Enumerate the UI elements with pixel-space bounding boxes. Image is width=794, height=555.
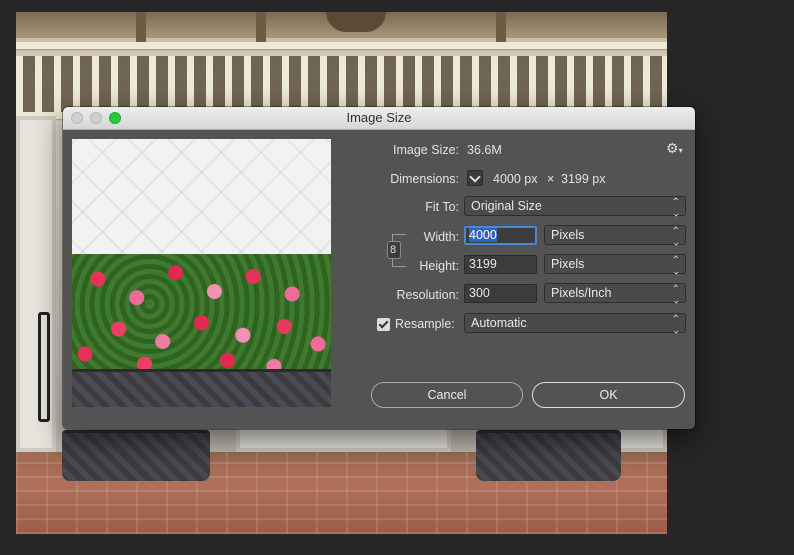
height-input[interactable]: 3199 [464, 255, 537, 274]
image-preview[interactable] [72, 139, 331, 407]
resolution-label: Resolution: [396, 288, 459, 302]
height-unit-select[interactable]: Pixels ⌃ ⌃ [544, 254, 686, 276]
resolution-unit: Pixels/Inch [551, 286, 612, 300]
image-size-dialog: Image Size Image Size: 36.6M ⚙▾ Dimensio… [63, 107, 695, 429]
planter-left [62, 430, 210, 481]
width-value: 4000 [469, 228, 497, 242]
resolution-input[interactable]: 300 [464, 284, 537, 303]
chevron-down-icon: ⌃ ⌃ [671, 197, 680, 218]
width-input[interactable]: 4000 [464, 226, 537, 245]
resolution-unit-select[interactable]: Pixels/Inch ⌃ ⌃ [544, 283, 686, 305]
preview-planter [72, 369, 331, 407]
halter-strap [38, 312, 50, 422]
width-unit-select[interactable]: Pixels ⌃ ⌃ [544, 225, 686, 247]
chevron-down-icon: ⌃ ⌃ [671, 255, 680, 276]
cancel-button[interactable]: Cancel [371, 382, 523, 408]
height-value: 3199 [469, 257, 497, 271]
dimensions-dropdown-chevron-icon[interactable] [467, 170, 483, 186]
image-size-label: Image Size: [392, 143, 459, 157]
gear-icon[interactable]: ⚙▾ [666, 140, 683, 157]
preview-flowers [72, 254, 331, 379]
chevron-down-icon: ⌃ ⌃ [671, 284, 680, 305]
fit-to-select[interactable]: Original Size ⌃ ⌃ [464, 196, 686, 218]
resample-label: Resample: [395, 317, 455, 331]
dimensions-width: 4000 px [493, 172, 538, 186]
height-label: Height: [419, 259, 459, 273]
dialog-title: Image Size [346, 110, 412, 125]
height-unit: Pixels [551, 257, 585, 271]
width-label: Width: [423, 230, 459, 244]
planter-right [476, 430, 621, 481]
dimensions-label: Dimensions: [390, 172, 459, 186]
resample-select[interactable]: Automatic ⌃ ⌃ [464, 313, 686, 335]
rafter [136, 12, 146, 42]
fit-to-value: Original Size [471, 199, 542, 213]
width-unit: Pixels [551, 228, 585, 242]
chevron-down-icon: ⌃ ⌃ [671, 314, 680, 335]
resample-checkbox[interactable] [377, 318, 390, 331]
dimensions-times: × [547, 172, 555, 186]
dimensions-height: 3199 px [561, 172, 606, 186]
ok-button[interactable]: OK [532, 382, 685, 408]
title-bar[interactable]: Image Size [63, 107, 695, 130]
chevron-down-icon: ⌃ ⌃ [671, 226, 680, 247]
resolution-value: 300 [469, 286, 490, 300]
rafter [496, 12, 506, 42]
rafter [256, 12, 266, 42]
stall-door [16, 116, 56, 452]
image-size-value: 36.6M [467, 143, 502, 157]
fit-to-label: Fit To: [425, 200, 459, 214]
top-rail [16, 42, 667, 49]
resample-value: Automatic [471, 316, 527, 330]
